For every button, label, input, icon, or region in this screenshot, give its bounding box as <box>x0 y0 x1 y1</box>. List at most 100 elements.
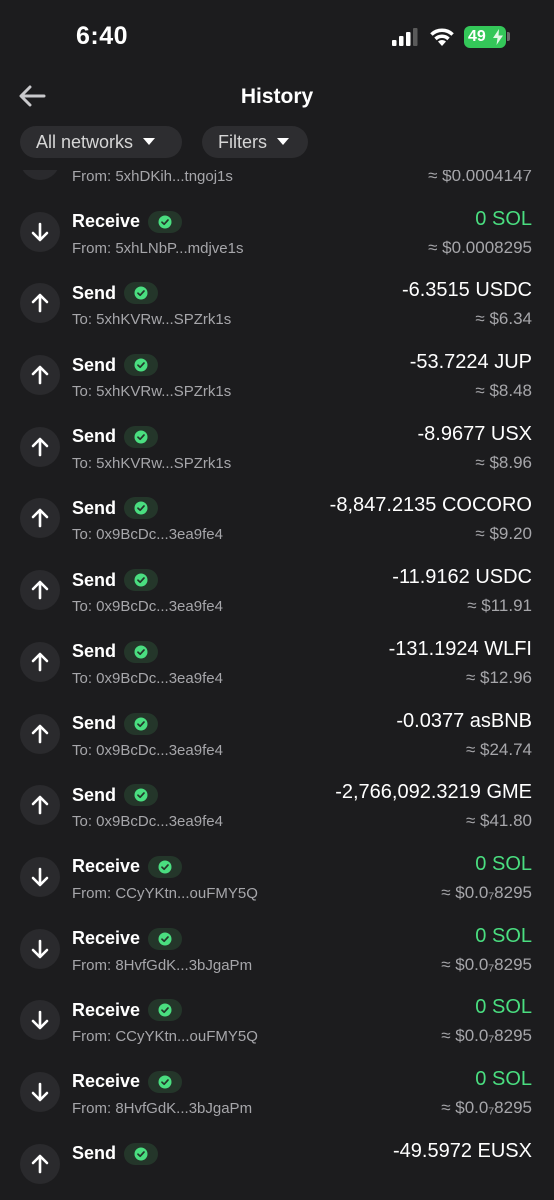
check-circle-icon <box>134 501 148 515</box>
chevron-down-icon <box>277 138 289 145</box>
transaction-row-receive[interactable]: Receive From: 5xhDKih...tngoj1s 0 SOL ≈ … <box>0 170 554 196</box>
transaction-row-send[interactable]: Send To: 5xhKVRw...SPZrk1s -53.7224 JUP … <box>0 339 554 411</box>
check-circle-icon <box>134 286 148 300</box>
transaction-type-label: Receive <box>72 1071 141 1092</box>
transaction-usd-value: ≈ $11.91 <box>467 596 532 616</box>
transaction-usd-value: ≈ $6.34 <box>475 309 532 329</box>
transaction-row-send[interactable]: Send -49.5972 EUSX <box>0 1128 554 1200</box>
success-badge <box>124 282 159 305</box>
transaction-type-label: Send <box>72 713 117 733</box>
transaction-usd-value: ≈ $9.20 <box>475 524 532 544</box>
transaction-address: From: CCyYKtn...ouFMY5Q <box>72 884 258 902</box>
transaction-type-label: Send <box>72 1143 117 1164</box>
transaction-amount: -11.9162 USDC <box>392 566 532 589</box>
direction-icon-wrap <box>20 641 60 682</box>
success-badge <box>148 927 183 950</box>
transaction-address: To: 0x9BcDc...3ea9fe4 <box>72 598 223 616</box>
transaction-row-send[interactable]: Send To: 0x9BcDc...3ea9fe4 -0.0377 asBNB… <box>0 698 554 770</box>
check-circle-icon <box>134 430 148 444</box>
transaction-address: To: 5xhKVRw...SPZrk1s <box>72 311 232 329</box>
arrow-up-icon <box>31 294 49 313</box>
transaction-type-label: Receive <box>72 856 141 877</box>
transaction-list[interactable]: Receive From: 5xhDKih...tngoj1s 0 SOL ≈ … <box>0 170 554 1200</box>
arrow-up-icon <box>31 1154 49 1173</box>
success-badge <box>124 569 159 592</box>
arrow-up-icon <box>31 652 49 672</box>
transaction-row-send[interactable]: Send To: 0x9BcDc...3ea9fe4 -2,766,092.32… <box>0 769 554 841</box>
check-circle-icon <box>134 788 148 802</box>
transaction-type-label: Receive <box>72 211 141 232</box>
transaction-type: Send <box>72 425 159 448</box>
transaction-row-receive[interactable]: Receive From: CCyYKtn...ouFMY5Q 0 SOL ≈ … <box>0 841 554 913</box>
transaction-usd-value: ≈ $24.74 <box>465 739 532 759</box>
arrow-down-icon <box>31 867 49 887</box>
arrow-down-icon <box>31 1010 49 1030</box>
status-bar: 6:40 49 <box>0 0 554 76</box>
transaction-row-send[interactable]: Send To: 5xhKVRw...SPZrk1s -8.9677 USX ≈… <box>0 411 554 483</box>
transaction-row-receive[interactable]: Receive From: 8HvfGdK...3bJgaPm 0 SOL ≈ … <box>0 1056 554 1128</box>
filters-dropdown[interactable]: Filters <box>202 126 308 158</box>
transaction-type: Send <box>72 712 159 735</box>
transaction-address: To: 0x9BcDc...3ea9fe4 <box>72 526 223 544</box>
arrow-up-icon <box>31 724 49 743</box>
direction-icon-wrap <box>20 355 60 396</box>
all-networks-label: All networks <box>36 131 134 152</box>
transaction-list-items: Receive From: 5xhDKih...tngoj1s 0 SOL ≈ … <box>0 170 554 1199</box>
transaction-amount: 0 SOL <box>475 207 532 230</box>
success-badge <box>124 712 159 735</box>
direction-icon-wrap <box>20 928 60 969</box>
battery-indicator: 49 <box>464 26 506 48</box>
chevron-down-icon <box>143 138 156 145</box>
transaction-amount: -8.9677 USX <box>417 422 532 445</box>
transaction-usd-value: ≈ $8.48 <box>475 381 532 401</box>
transaction-amount: 0 SOL <box>475 1067 532 1090</box>
transaction-row-receive[interactable]: Receive From: 8HvfGdK...3bJgaPm 0 SOL ≈ … <box>0 913 554 985</box>
transaction-usd-value: ≈ $8.96 <box>475 452 532 472</box>
transaction-row-send[interactable]: Send To: 0x9BcDc...3ea9fe4 -131.1924 WLF… <box>0 626 554 698</box>
success-badge <box>124 354 159 377</box>
arrow-up-icon <box>31 795 49 815</box>
transaction-type: Receive <box>72 1070 183 1093</box>
transaction-type-label: Send <box>72 569 117 590</box>
transaction-usd-value: ≈ $0.0₇8295 <box>441 1097 532 1117</box>
arrow-up-icon <box>31 580 49 600</box>
direction-icon-wrap <box>20 498 60 539</box>
transaction-type-label: Receive <box>72 928 141 949</box>
transaction-row-receive[interactable]: Receive From: 5xhLNbP...mdjve1s 0 SOL ≈ … <box>0 196 554 268</box>
transaction-row-receive[interactable]: Receive From: CCyYKtn...ouFMY5Q 0 SOL ≈ … <box>0 984 554 1056</box>
transaction-amount: -53.7224 JUP <box>409 351 532 374</box>
cellular-signal-icon <box>392 28 418 46</box>
transaction-address: To: 5xhKVRw...SPZrk1s <box>72 454 232 472</box>
transaction-address: From: 8HvfGdK...3bJgaPm <box>72 956 253 974</box>
transaction-type: Send <box>72 640 159 663</box>
transaction-address: To: 0x9BcDc...3ea9fe4 <box>72 741 223 759</box>
transaction-type-label: Send <box>72 354 117 375</box>
transaction-amount: -8,847.2135 COCORO <box>329 494 532 517</box>
transaction-address: To: 5xhKVRw...SPZrk1s <box>72 383 232 401</box>
transaction-type: Receive <box>72 855 183 878</box>
transaction-row-send[interactable]: Send To: 0x9BcDc...3ea9fe4 -11.9162 USDC… <box>0 554 554 626</box>
arrow-up-icon <box>31 509 49 528</box>
transaction-row-send[interactable]: Send To: 0x9BcDc...3ea9fe4 -8,847.2135 C… <box>0 482 554 554</box>
check-circle-icon <box>158 1003 172 1017</box>
check-circle-icon <box>134 1147 148 1161</box>
transaction-address: To: 0x9BcDc...3ea9fe4 <box>72 813 223 831</box>
transaction-usd-value: ≈ $0.0008295 <box>428 237 532 257</box>
arrow-down-icon <box>31 939 49 958</box>
transaction-type-label: Receive <box>72 999 141 1020</box>
success-badge <box>124 640 159 663</box>
all-networks-dropdown[interactable]: All networks <box>20 126 182 158</box>
transaction-type: Send <box>72 497 159 520</box>
transaction-type: Send <box>72 1142 159 1165</box>
transaction-row-send[interactable]: Send To: 5xhKVRw...SPZrk1s -6.3515 USDC … <box>0 267 554 339</box>
transaction-amount: -0.0377 asBNB <box>396 709 532 732</box>
transaction-type: Send <box>72 354 159 377</box>
transaction-usd-value: ≈ $0.0004147 <box>428 170 532 185</box>
success-badge <box>148 855 183 878</box>
transaction-type-label: Send <box>72 784 117 805</box>
transaction-address: From: 5xhDKih...tngoj1s <box>72 170 233 185</box>
transaction-type: Receive <box>72 999 183 1022</box>
transaction-amount: -131.1924 WLFI <box>388 637 532 660</box>
direction-icon-wrap <box>20 713 60 754</box>
transaction-address: From: 8HvfGdK...3bJgaPm <box>72 1099 253 1117</box>
